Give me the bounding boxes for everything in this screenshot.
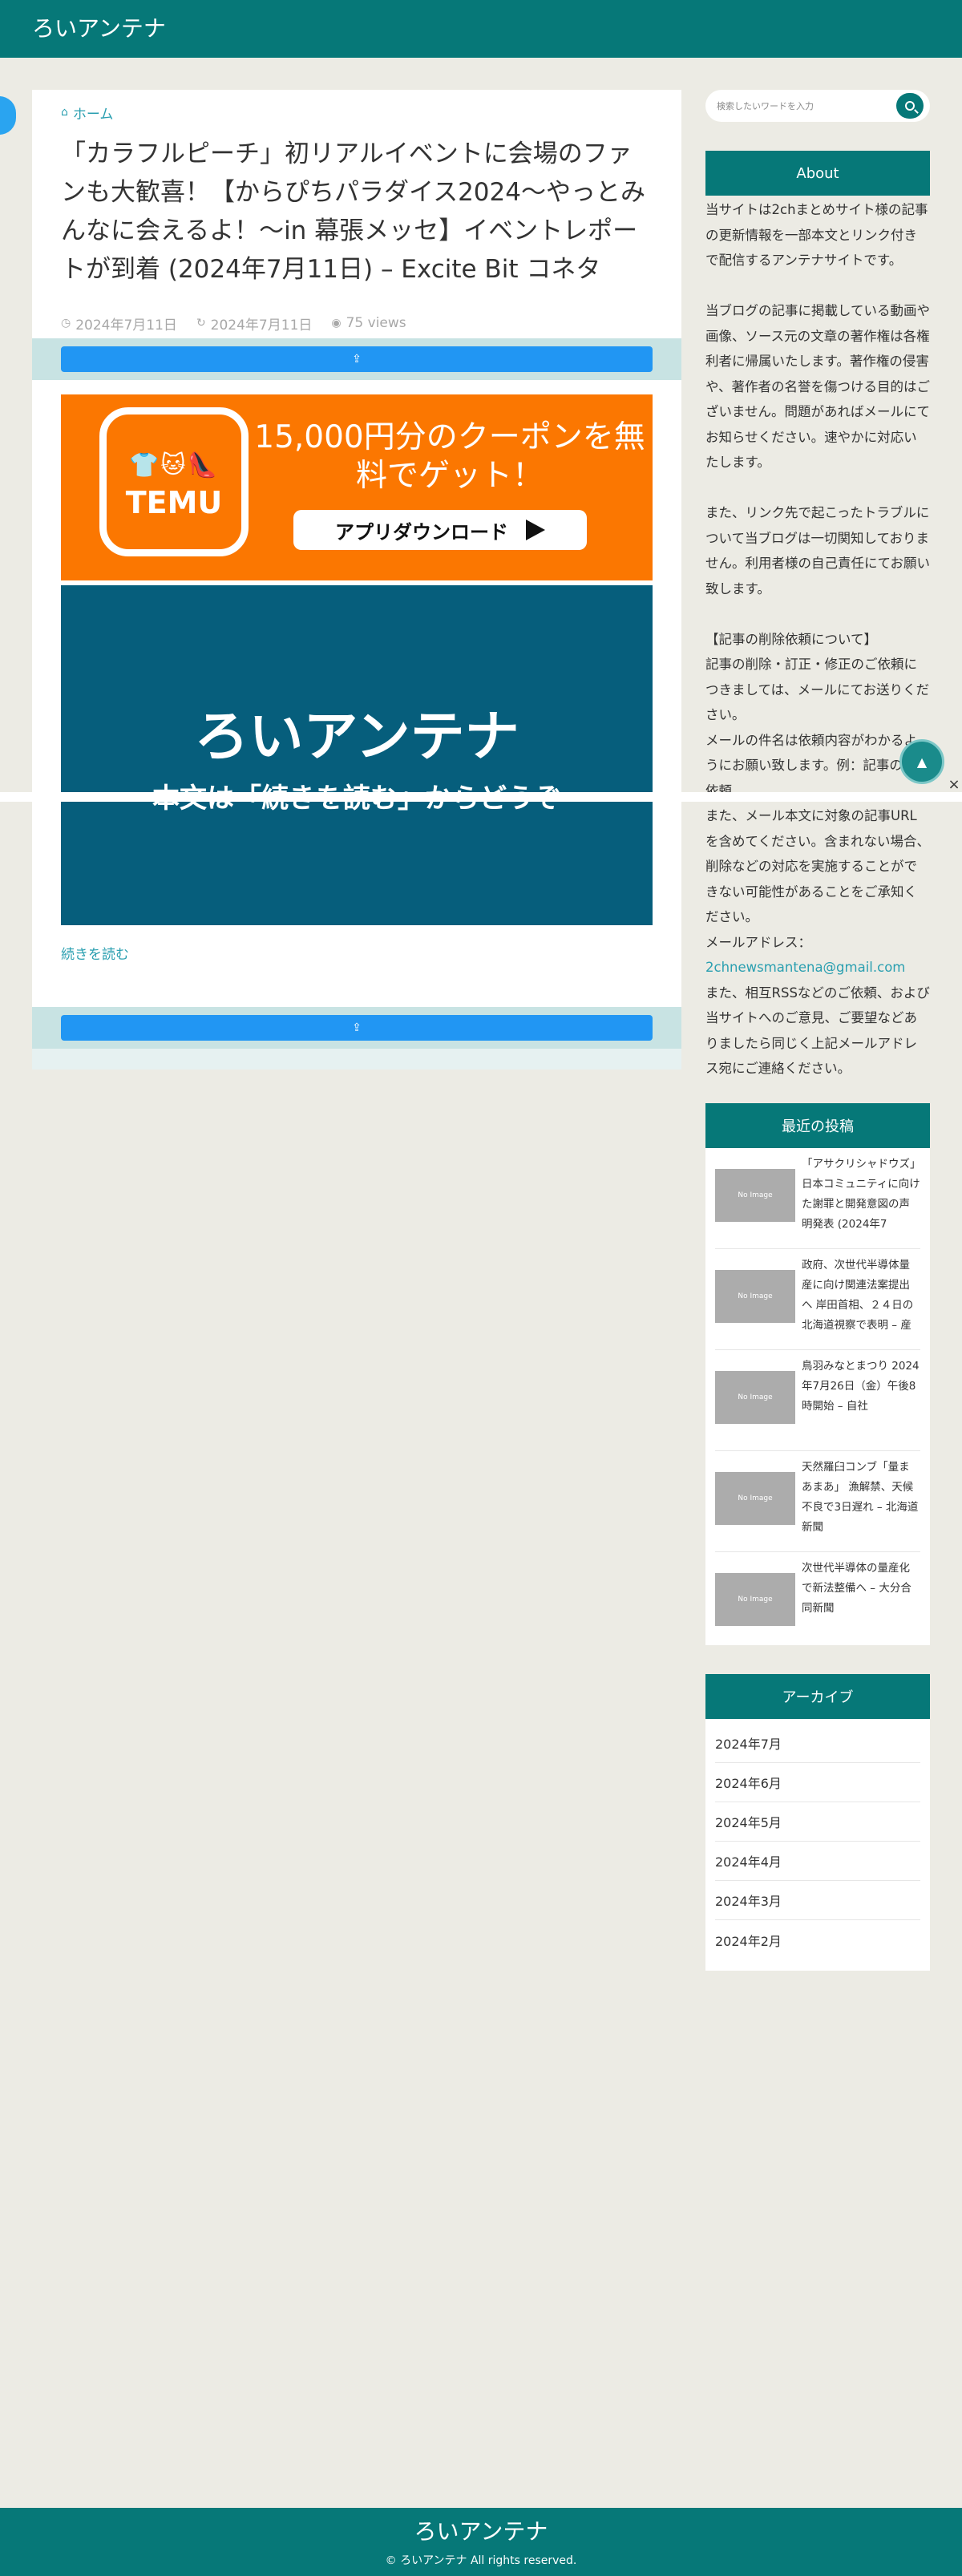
post-thumbnail[interactable]: No Image (715, 1371, 795, 1424)
temu-download-button[interactable]: アプリダウンロード (293, 510, 587, 550)
antenna-banner[interactable]: ろいアンテナ 本文は「続きを読む」からどうぞ (61, 585, 653, 925)
site-title-link[interactable]: ろいアンテナ (32, 14, 166, 43)
site-footer: ろいアンテナ © ろいアンテナ All rights reserved. (0, 2508, 962, 2576)
antenna-banner-title: ろいアンテナ (194, 706, 519, 769)
search-form (705, 90, 930, 122)
recent-post-link[interactable]: 鳥羽みなとまつり 2024年7月26日（金）午後8時開始 – 自社 (802, 1357, 920, 1445)
contact-email-link[interactable]: 2chnewsmantena@gmail.com (705, 960, 905, 975)
thumbnail-placeholder: No Image (738, 1393, 773, 1401)
temu-download-label: アプリダウンロード (335, 520, 508, 544)
footer-title: ろいアンテナ (414, 2518, 548, 2545)
thumbnail-placeholder: No Image (738, 1292, 773, 1300)
share-button-top[interactable]: ⇪ (61, 346, 653, 372)
thumbnail-placeholder: No Image (738, 1191, 773, 1199)
site-header: ろいアンテナ (0, 0, 962, 58)
breadcrumb: ⌂ ホーム (61, 103, 114, 123)
temu-ad-banner[interactable]: 👕🐱👠 TEMU 15,000円分のクーポンを無料でゲット！ アプリダウンロード (61, 394, 653, 580)
recent-post-item[interactable]: No Image 鳥羽みなとまつり 2024年7月26日（金）午後8時開始 – … (715, 1350, 920, 1451)
share-bar-top: ⇪ (32, 338, 681, 380)
search-input[interactable] (717, 96, 893, 115)
recent-post-link[interactable]: 「アサクリシャドウズ」日本コミュニティに向けた謝罪と開発意図の声明発表 (202… (802, 1155, 920, 1243)
temu-logo: 👕🐱👠 TEMU (99, 407, 249, 556)
archive-link[interactable]: 2024年4月 (715, 1842, 920, 1881)
scroll-top-button[interactable]: ▲ (899, 739, 944, 784)
post-thumbnail[interactable]: No Image (715, 1169, 795, 1222)
archive-link[interactable]: 2024年3月 (715, 1881, 920, 1920)
side-tab-button[interactable] (0, 96, 16, 135)
post-thumbnail[interactable]: No Image (715, 1472, 795, 1525)
post-thumbnail[interactable]: No Image (715, 1573, 795, 1626)
post-thumbnail[interactable]: No Image (715, 1270, 795, 1323)
recent-post-link[interactable]: 次世代半導体の量産化で新法整備へ – 大分合同新聞 (802, 1559, 920, 1647)
about-heading: About (705, 151, 930, 196)
archive-link[interactable]: 2024年5月 (715, 1802, 920, 1842)
recent-posts-list: No Image 「アサクリシャドウズ」日本コミュニティに向けた謝罪と開発意図の… (705, 1148, 930, 1645)
archive-list: 2024年7月 2024年6月 2024年5月 2024年4月 2024年3月 … (705, 1719, 930, 1971)
about-paragraph: 記事の削除・訂正・修正のご依頼につきましては、メールにてお送りください。 (705, 657, 930, 722)
temu-headline: 15,000円分のクーポンを無料でゲット！ (254, 419, 645, 494)
about-text: 当サイトは2chまとめサイト様の記事の更新情報を一部本文とリンク付きで配信するア… (705, 197, 930, 1082)
published-date: ◷ 2024年7月11日 (61, 313, 177, 334)
archive-link[interactable]: 2024年6月 (715, 1763, 920, 1802)
temu-logo-text: TEMU (125, 485, 223, 520)
about-paragraph: 【記事の削除依頼について】 (705, 631, 878, 647)
published-date-text: 2024年7月11日 (75, 317, 177, 334)
updated-date: ↻ 2024年7月11日 (196, 313, 312, 334)
archive-heading: アーカイブ (705, 1674, 930, 1719)
archive-link[interactable]: 2024年2月 (715, 1920, 920, 1959)
share-icon: ⇪ (352, 353, 362, 366)
breadcrumb-home-link[interactable]: ホーム (73, 103, 114, 123)
updated-date-text: 2024年7月11日 (210, 317, 313, 334)
about-paragraph: メールアドレス： (705, 934, 811, 950)
share-icon: ⇪ (352, 1021, 362, 1034)
recent-post-item[interactable]: No Image 政府、次世代半導体量産に向け関連法案提出へ 岸田首相、２４日の… (715, 1249, 920, 1350)
archive-link[interactable]: 2024年7月 (715, 1724, 920, 1763)
eye-icon: ◉ (331, 317, 342, 330)
about-paragraph: また、リンク先で起こったトラブルについて当ブログは一切関知しておりません。利用者… (705, 505, 931, 596)
about-paragraph: 当サイトは2chまとめサイト様の記事の更新情報を一部本文とリンク付きで配信するア… (705, 202, 928, 268)
scroll-top-icon: ▲ (916, 754, 928, 770)
recent-posts-heading: 最近の投稿 (705, 1103, 930, 1148)
about-paragraph: また、相互RSSなどのご依頼、および当サイトへのご意見、ご要望などありましたら同… (705, 985, 930, 1077)
view-count: ◉ 75 views (331, 315, 406, 331)
footer-copyright: © ろいアンテナ All rights reserved. (385, 2554, 577, 2567)
refresh-icon: ↻ (196, 317, 206, 330)
home-icon: ⌂ (61, 106, 68, 119)
play-arrow-icon (526, 520, 545, 540)
recent-post-link[interactable]: 政府、次世代半導体量産に向け関連法案提出へ 岸田首相、２４日の北海道視察で表明 … (802, 1256, 920, 1344)
post-title: 「カラフルピーチ」初リアルイベントに会場のファンも大歓喜！【からぴちパラダイス2… (61, 140, 645, 284)
recent-post-item[interactable]: No Image 天然羅臼コンブ「量まあまあ」 漁解禁、天候不良で3日遅れ – … (715, 1451, 920, 1552)
search-button[interactable] (896, 93, 924, 119)
search-icon (905, 101, 915, 111)
share-button-bottom[interactable]: ⇪ (61, 1015, 653, 1041)
overlay-strip (0, 792, 962, 802)
view-count-text: 75 views (346, 315, 406, 331)
temu-logo-icons: 👕🐱👠 (129, 451, 219, 479)
about-paragraph: 当ブログの記事に掲載している動画や画像、ソース元の文章の著作権は各権利者に帰属い… (705, 303, 931, 470)
close-overlay-button[interactable]: × (948, 776, 960, 795)
share-bar-bottom: ⇪ (32, 1007, 681, 1070)
recent-post-link[interactable]: 天然羅臼コンブ「量まあまあ」 漁解禁、天候不良で3日遅れ – 北海道新聞 (802, 1458, 920, 1546)
read-more-link[interactable]: 続きを読む (61, 943, 129, 964)
thumbnail-placeholder: No Image (738, 1494, 773, 1502)
about-paragraph: また、メール本文に対象の記事URLを含めてください。含まれない場合、削除などの対… (705, 808, 931, 924)
post-meta: ◷ 2024年7月11日 ↻ 2024年7月11日 ◉ 75 views (61, 311, 406, 335)
recent-post-item[interactable]: No Image 「アサクリシャドウズ」日本コミュニティに向けた謝罪と開発意図の… (715, 1148, 920, 1249)
article-card: ⌂ ホーム 「カラフルピーチ」初リアルイベントに会場のファンも大歓喜！【からぴち… (32, 90, 681, 1070)
clock-icon: ◷ (61, 317, 71, 330)
recent-post-item[interactable]: No Image 次世代半導体の量産化で新法整備へ – 大分合同新聞 (715, 1552, 920, 1653)
thumbnail-placeholder: No Image (738, 1595, 773, 1603)
